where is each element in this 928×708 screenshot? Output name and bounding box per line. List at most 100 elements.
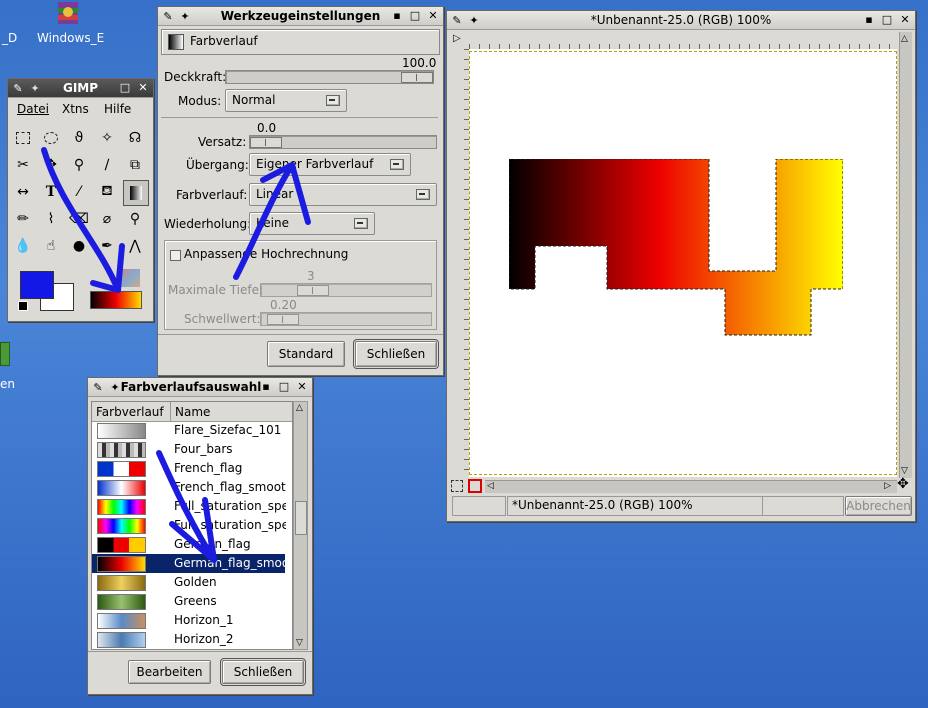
- close-button[interactable]: Schließen: [220, 658, 306, 686]
- column-header-name[interactable]: Name: [175, 405, 210, 419]
- active-brush-pattern-gradient[interactable]: [90, 269, 142, 309]
- measure-tool-icon[interactable]: ∕: [95, 153, 119, 177]
- ink-tool-icon[interactable]: ✒: [95, 234, 119, 258]
- gradient-list-scrollbar[interactable]: △ ▽: [293, 401, 308, 650]
- gradient-list-item[interactable]: French_flag_smooth: [92, 478, 286, 497]
- eraser-tool-icon[interactable]: ⌫: [67, 207, 91, 231]
- menu-xtns[interactable]: Xtns: [62, 102, 89, 116]
- column-header-gradient[interactable]: Farbverlauf: [96, 405, 164, 419]
- gradient-list-item[interactable]: Full_saturation_spectrum_CCW: [92, 497, 286, 516]
- gradient-selector-titlebar[interactable]: ✎ ✦ Farbverlaufsauswahl ▪ □ ✕: [88, 378, 312, 397]
- maximize-icon[interactable]: □: [408, 9, 422, 23]
- scroll-up-icon[interactable]: △: [296, 403, 303, 413]
- desktop-icon-label-windows-e[interactable]: Windows_E: [37, 31, 104, 45]
- fg-bg-colors[interactable]: [18, 269, 76, 315]
- lasso-tool-icon[interactable]: ϑ: [67, 126, 91, 150]
- slider-knob[interactable]: [250, 137, 282, 148]
- close-icon[interactable]: ✕: [426, 9, 440, 23]
- close-button[interactable]: Schließen: [353, 339, 439, 369]
- pin-icon[interactable]: ✦: [467, 13, 481, 27]
- gradient-list-item[interactable]: Greens: [92, 592, 285, 611]
- gradient-list-item[interactable]: Horizon_1: [92, 611, 285, 630]
- edit-button[interactable]: Bearbeiten: [128, 660, 211, 684]
- dodge-tool-icon[interactable]: ●: [67, 234, 91, 258]
- canvas-area[interactable]: [469, 49, 897, 477]
- pin-icon[interactable]: ✦: [28, 81, 42, 95]
- gimp-menu-icon[interactable]: ✎: [91, 380, 105, 394]
- color-picker-tool-icon[interactable]: ⁄: [67, 180, 91, 204]
- vertical-ruler[interactable]: [452, 49, 470, 477]
- slider-knob[interactable]: [297, 285, 329, 296]
- bucket-fill-tool-icon[interactable]: ⛾: [95, 180, 119, 204]
- max-depth-slider[interactable]: [260, 283, 432, 297]
- slider-knob[interactable]: [267, 314, 299, 325]
- gimp-menu-icon[interactable]: ✎: [11, 81, 25, 95]
- desktop-icon-partial[interactable]: [0, 342, 10, 366]
- foreground-color-swatch[interactable]: [20, 271, 54, 299]
- tool-options-titlebar[interactable]: ✎ ✦ Werkzeugeinstellungen ▪ □ ✕: [158, 7, 443, 26]
- standard-button[interactable]: Standard: [267, 341, 345, 367]
- rect-select-tool-icon[interactable]: [11, 126, 35, 150]
- scroll-right-icon[interactable]: ▷: [884, 481, 891, 491]
- pin-icon[interactable]: ✦: [178, 9, 192, 23]
- smudge-tool-icon[interactable]: ☝: [39, 234, 63, 258]
- blur-tool-icon[interactable]: 💧: [11, 234, 35, 258]
- scroll-down-icon[interactable]: ▽: [901, 466, 908, 476]
- slider-knob[interactable]: [401, 72, 433, 83]
- pin-icon[interactable]: ✦: [108, 380, 122, 394]
- scroll-down-icon[interactable]: ▽: [296, 638, 303, 648]
- minimize-icon[interactable]: ▪: [259, 380, 273, 394]
- scroll-up-icon[interactable]: △: [901, 34, 908, 44]
- pattern-preview[interactable]: [120, 269, 140, 287]
- quick-mask-toggle-icon[interactable]: [468, 479, 482, 493]
- image-titlebar[interactable]: ✎ ✦ *Unbenannt-25.0 (RGB) 100% ▪ □ ✕: [447, 11, 915, 30]
- threshold-slider[interactable]: [260, 312, 432, 326]
- menu-hilfe[interactable]: Hilfe: [104, 102, 131, 116]
- pencil-tool-icon[interactable]: ✏: [11, 207, 35, 231]
- gradient-list-item[interactable]: Horizon_2: [92, 630, 285, 649]
- blend-tool-icon[interactable]: [123, 180, 149, 206]
- horizontal-ruler[interactable]: [469, 32, 897, 50]
- desktop-icon-windows-e[interactable]: [50, 0, 90, 28]
- gradient-list-item[interactable]: Golden: [92, 573, 285, 592]
- gimp-menu-icon[interactable]: ✎: [450, 13, 464, 27]
- gradient-type-select[interactable]: Linear: [249, 183, 437, 206]
- navigate-icon[interactable]: ✥: [897, 476, 909, 492]
- gradient-preview[interactable]: [90, 291, 142, 309]
- paths-tool-icon[interactable]: ✂: [11, 153, 35, 177]
- close-icon[interactable]: ✕: [898, 13, 912, 27]
- desktop-icon-label-en[interactable]: en: [0, 377, 15, 391]
- gimp-menu-icon[interactable]: ✎: [161, 9, 175, 23]
- scroll-left-icon[interactable]: ◁: [487, 481, 494, 491]
- minimize-icon[interactable]: ▪: [390, 9, 404, 23]
- offset-slider[interactable]: [249, 135, 437, 149]
- flip-tool-icon[interactable]: ↔: [11, 180, 35, 204]
- opacity-slider[interactable]: [225, 70, 434, 84]
- transition-select[interactable]: Eigener Farbverlauf: [249, 153, 411, 176]
- gradient-list-item[interactable]: Four_bars: [92, 440, 285, 459]
- crop-tool-icon[interactable]: ⧉: [123, 153, 147, 177]
- horizontal-scrollbar[interactable]: ◁ ▷: [485, 480, 897, 493]
- gradient-list-item[interactable]: French_flag: [92, 459, 285, 478]
- gradient-list-item[interactable]: German_flag: [92, 535, 285, 554]
- vertical-scrollbar[interactable]: △ ▽: [899, 32, 912, 478]
- gradient-list-item[interactable]: German_flag_smooth: [92, 554, 286, 573]
- magic-wand-tool-icon[interactable]: ✧: [95, 126, 119, 150]
- text-tool-icon[interactable]: T: [39, 180, 63, 204]
- image-menu-arrow-icon[interactable]: ▷: [453, 33, 461, 44]
- airbrush-tool-icon[interactable]: ⌀: [95, 207, 119, 231]
- clone-tool-icon[interactable]: ⚲: [123, 207, 147, 231]
- gradient-list-item[interactable]: Full_saturation_spectrum_CW: [92, 516, 286, 535]
- zoom-tool-icon[interactable]: ⚲: [67, 153, 91, 177]
- close-icon[interactable]: ✕: [295, 380, 309, 394]
- adaptive-checkbox[interactable]: [170, 250, 181, 261]
- quick-mask-icon[interactable]: [451, 480, 463, 492]
- measure-compass-tool-icon[interactable]: ⋀: [123, 234, 147, 258]
- move-tool-icon[interactable]: ✥: [39, 153, 63, 177]
- scroll-thumb[interactable]: [295, 501, 307, 535]
- gradient-list-item[interactable]: Flare_Sizefac_101: [92, 421, 285, 440]
- paintbrush-tool-icon[interactable]: ⌇: [39, 207, 63, 231]
- repeat-select[interactable]: Keine: [249, 212, 375, 235]
- scissors-tool-icon[interactable]: ☊: [123, 126, 147, 150]
- ellipse-select-tool-icon[interactable]: [39, 126, 63, 150]
